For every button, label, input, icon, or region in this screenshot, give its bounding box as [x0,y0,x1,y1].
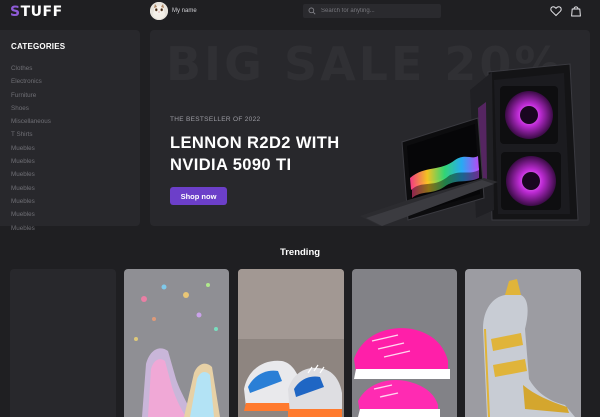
product-card[interactable] [465,269,581,417]
categories-sidebar: CATEGORIES Clothes Electronics Furniture… [0,30,140,232]
product-image-heels [124,269,229,417]
sidebar-item-electronics[interactable]: Electronics [11,78,51,91]
hero-subtitle: THE BESTSELLER OF 2022 [170,116,261,123]
category-list: Clothes Electronics Furniture Shoes Misc… [11,65,51,238]
sidebar-item-muebles[interactable]: Muebles [11,225,51,238]
product-image-boots [465,269,581,417]
username[interactable]: My name [172,7,197,15]
sidebar-item-miscellaneous[interactable]: Miscellaneous [11,118,51,131]
logo[interactable]: STUFF [10,4,63,20]
sidebar-item-muebles[interactable]: Muebles [11,158,51,171]
sidebar-item-muebles[interactable]: Muebles [11,145,51,158]
hero-title: LENNON R2D2 WITH NVIDIA 5090 TI [170,134,340,174]
trending-title: Trending [279,247,321,258]
sidebar-item-muebles[interactable]: Muebles [11,171,51,184]
search-input[interactable] [321,4,436,18]
product-card[interactable] [238,269,344,417]
heart-icon[interactable] [550,5,562,17]
sidebar-item-muebles[interactable]: Muebles [11,185,51,198]
sidebar-item-clothes[interactable]: Clothes [11,65,51,78]
product-image-sneakers [238,269,344,417]
product-card[interactable] [352,269,457,417]
sidebar-item-shoes[interactable]: Shoes [11,105,51,118]
sidebar-item-muebles[interactable]: Muebles [11,211,51,224]
sidebar-item-t-shirts[interactable]: T Shirts [11,131,51,144]
shop-now-button[interactable]: Shop now [170,187,227,205]
product-image-pink-sneakers [352,269,457,417]
sidebar-title: CATEGORIES [11,42,66,51]
hero-product-image [360,63,579,226]
logo-text: TUFF [20,4,63,20]
sidebar-item-muebles[interactable]: Muebles [11,198,51,211]
search-icon [308,7,316,15]
hero-banner: BIG SALE 20% THE BESTSELLER OF 2022 LENN… [150,30,590,226]
top-header: STUFF My name [0,0,600,26]
sidebar-item-furniture[interactable]: Furniture [11,92,51,105]
shopping-bag-icon[interactable] [570,5,582,17]
product-card-placeholder[interactable] [10,269,116,417]
product-card[interactable] [124,269,229,417]
logo-mark: S [10,4,21,20]
search-bar[interactable] [303,4,441,18]
avatar[interactable] [150,2,168,20]
